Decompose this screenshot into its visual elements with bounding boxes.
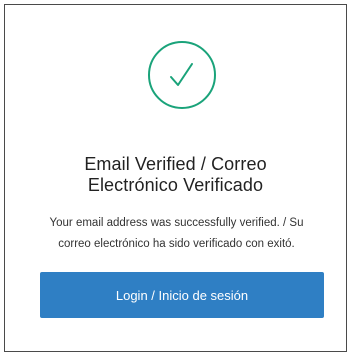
check-circle-icon [147, 40, 217, 110]
title-line-1: Email Verified / Correo [84, 154, 267, 174]
message-line-1: Your email address was successfully veri… [49, 217, 304, 229]
login-button[interactable]: Login / Inicio de sesión [40, 272, 324, 318]
verification-message: Your email address was successfully veri… [19, 213, 334, 255]
title-line-2: Electrónico Verificado [87, 175, 264, 195]
message-line-2: correo electrónico ha sido verificado co… [58, 238, 295, 250]
verification-card: Email Verified / Correo Electrónico Veri… [4, 4, 347, 352]
page-title: Email Verified / Correo Electrónico Veri… [5, 154, 346, 196]
